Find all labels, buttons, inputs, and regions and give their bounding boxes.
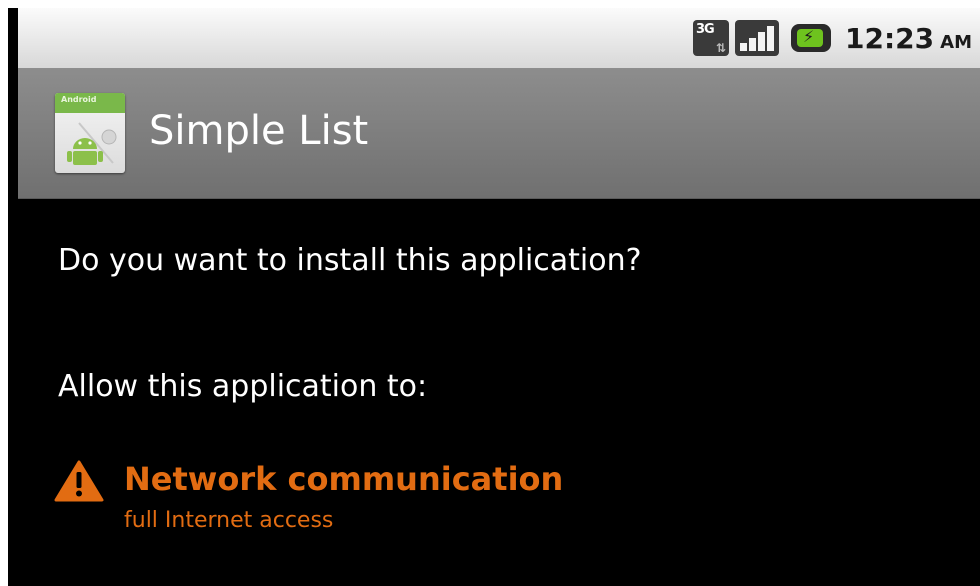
data-activity-icon: ⇅ [715, 41, 727, 55]
status-time: 12:23 [845, 21, 935, 55]
permissions-heading: Allow this application to: [58, 369, 428, 404]
status-bar: 3G ⇅ ⚡ 12:23 AM [18, 8, 980, 68]
status-icons: 3G ⇅ ⚡ 12:23 AM [693, 8, 972, 68]
app-title-bar: Android Simple List [18, 68, 980, 199]
battery-charging-icon: ⚡ [791, 24, 832, 52]
device-screen: 3G ⇅ ⚡ 12:23 AM Android Simple List Do y… [8, 8, 980, 586]
3g-network-icon: 3G ⇅ [693, 20, 730, 56]
android-app-icon: Android [55, 93, 125, 173]
permission-item-network[interactable]: Network communication full Internet acce… [54, 460, 954, 540]
status-ampm: AM [940, 31, 972, 53]
permission-name: Network communication [124, 460, 564, 498]
warning-icon [54, 460, 104, 502]
signal-strength-icon [735, 20, 780, 56]
permission-description: full Internet access [124, 508, 334, 533]
app-title: Simple List [149, 108, 369, 154]
network-type-label: 3G [696, 22, 715, 37]
install-question: Do you want to install this application? [58, 243, 642, 278]
